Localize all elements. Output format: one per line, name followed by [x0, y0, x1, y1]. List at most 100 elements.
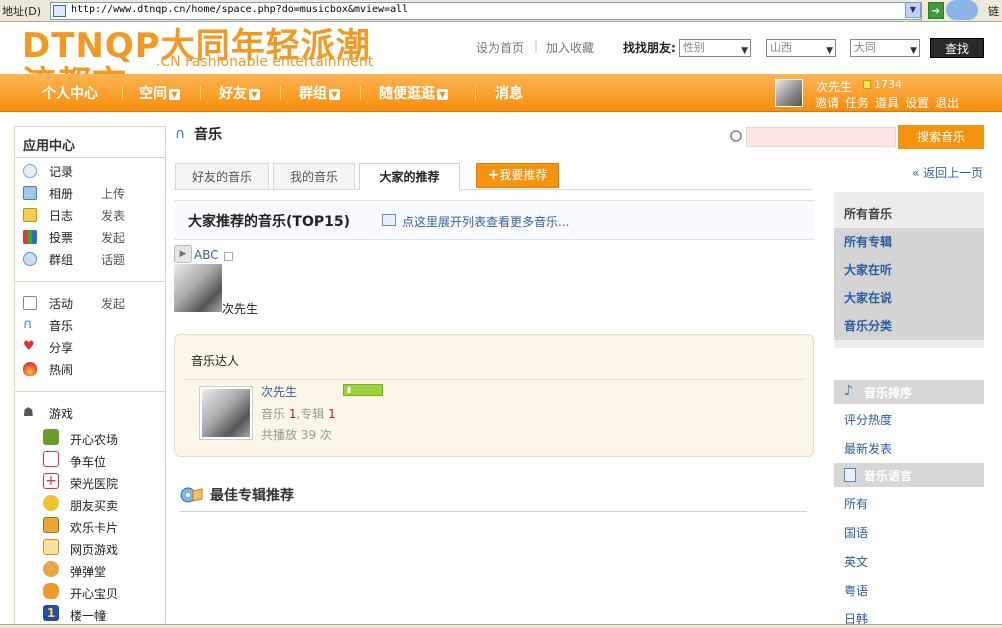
points-count: 1734: [874, 78, 902, 91]
chevron-down-icon: ▼: [910, 46, 917, 56]
tasks-link[interactable]: 任务: [845, 94, 869, 111]
avatar[interactable]: [174, 264, 222, 312]
divider: [185, 379, 803, 380]
tab-everyone-recommend[interactable]: 大家的推荐: [359, 163, 460, 190]
ranking-title: 音乐排序: [864, 386, 913, 400]
divider: [15, 157, 165, 158]
chevron-down-icon[interactable]: ▼: [169, 88, 180, 100]
sidebar-item-label: 日志: [49, 209, 74, 223]
divider: [15, 391, 165, 392]
all-albums-link[interactable]: 所有专辑: [834, 228, 984, 256]
chevron-down-icon[interactable]: ▼: [437, 88, 448, 100]
start-poll-link[interactable]: 发起: [101, 229, 125, 246]
nav-personal-center[interactable]: 个人中心: [42, 83, 98, 103]
music-search-input[interactable]: [746, 127, 896, 147]
talent-username[interactable]: 次先生: [261, 383, 297, 400]
divider: [180, 511, 807, 512]
nav-divider: [280, 86, 281, 100]
recommend-button-label: 我要推荐: [499, 168, 548, 182]
music-talent-box: 音乐达人 次先生 ▮ 音乐 1,专辑 1 共播放 39 次: [174, 334, 814, 457]
site-logo[interactable]: DTNQP大同年轻派潮流都市 .CN Fashionable entertain…: [22, 27, 392, 103]
chevron-down-icon[interactable]: ▼: [329, 88, 340, 100]
url-text[interactable]: http://www.dtnqp.cn/home/space.php?do=mu…: [71, 4, 408, 15]
album-count: 1: [328, 407, 336, 421]
tab-my-music[interactable]: 我的音乐: [273, 163, 355, 189]
set-homepage-link[interactable]: 设为首页: [476, 39, 524, 56]
gender-select[interactable]: 性别 ▼: [679, 39, 751, 57]
items-link[interactable]: 道具: [875, 94, 899, 111]
gender-value: 性别: [683, 41, 705, 54]
nav-username[interactable]: 次先生: [816, 78, 852, 95]
nav-friends[interactable]: 好友 ▼: [219, 83, 260, 103]
logout-link[interactable]: 退出: [935, 94, 959, 111]
nav-messages[interactable]: 消息: [495, 83, 523, 103]
top15-header: 大家推荐的音乐(TOP15) 点这里展开列表查看更多音乐...: [174, 200, 814, 240]
fire-icon: [23, 362, 37, 376]
page-title: 音乐: [194, 127, 222, 143]
coins-icon: [43, 495, 59, 511]
logo-tagline: .CN Fashionable entertainment: [156, 54, 374, 70]
find-button[interactable]: 查找: [930, 38, 984, 58]
back-link[interactable]: « 返回上一页: [912, 164, 983, 181]
city-select[interactable]: 大同 ▼: [850, 39, 920, 57]
level-badge: ▮: [343, 384, 383, 396]
nav-browse-label: 随便逛逛: [379, 86, 435, 102]
top15-title: 大家推荐的音乐(TOP15): [188, 214, 350, 230]
pet-icon: [43, 583, 59, 599]
page-icon: [53, 5, 66, 17]
expand-list-link[interactable]: 点这里展开列表查看更多音乐...: [402, 213, 569, 230]
nav-browse[interactable]: 随便逛逛 ▼: [379, 83, 448, 103]
song-username[interactable]: 次先生: [222, 300, 258, 317]
address-label: 地址(D): [2, 5, 42, 18]
recommend-button[interactable]: +我要推荐: [476, 163, 559, 188]
language-cantonese-link[interactable]: 粤语: [844, 582, 868, 599]
settings-link[interactable]: 设置: [905, 94, 929, 111]
upload-link[interactable]: 上传: [101, 185, 125, 202]
province-select[interactable]: 山西 ▼: [766, 39, 836, 57]
language-mandarin-link[interactable]: 国语: [844, 524, 868, 541]
bar-chart-icon: [23, 230, 37, 244]
go-arrow-icon[interactable]: ➜: [928, 2, 944, 19]
find-friends-label: 找找朋友:: [623, 41, 676, 55]
nav-space-label: 空间: [139, 86, 167, 102]
talent-stats: 音乐 1,专辑 1: [261, 405, 336, 422]
game-label: 网页游戏: [70, 543, 119, 557]
search-music-button[interactable]: 搜索音乐: [898, 125, 984, 149]
red-cross-icon: +: [43, 473, 59, 489]
publish-link[interactable]: 发表: [101, 207, 125, 224]
game-label: 弹弹堂: [70, 565, 107, 579]
calendar-icon: [23, 296, 37, 310]
avatar-frame[interactable]: [199, 386, 253, 440]
sidebar-item-label: 记录: [49, 165, 74, 179]
nav-groups[interactable]: 群组 ▼: [299, 83, 340, 103]
nav-space[interactable]: 空间 ▼: [139, 83, 180, 103]
rating-sort-link[interactable]: 评分热度: [844, 411, 892, 428]
game-label: 欢乐卡片: [70, 521, 119, 535]
all-music-link[interactable]: 所有音乐: [844, 205, 892, 222]
song-link[interactable]: ABC: [194, 248, 219, 262]
play-icon[interactable]: ▶: [174, 245, 192, 263]
chevron-down-icon[interactable]: ▼: [905, 2, 921, 18]
topic-link[interactable]: 话题: [101, 251, 125, 268]
checkbox-icon[interactable]: [224, 252, 233, 261]
document-icon: [844, 468, 856, 482]
music-category-link[interactable]: 音乐分类: [834, 312, 984, 340]
music-note-icon: ♪: [844, 383, 853, 399]
url-field[interactable]: http://www.dtnqp.cn/home/space.php?do=mu…: [50, 2, 922, 20]
tab-friends-music[interactable]: 好友的音乐: [175, 163, 269, 189]
start-event-link[interactable]: 发起: [101, 295, 125, 312]
tabs-divider: [174, 189, 812, 190]
nav-divider: [360, 86, 361, 100]
parking-icon: [43, 451, 59, 467]
latest-sort-link[interactable]: 最新发表: [844, 440, 892, 457]
invite-link[interactable]: 邀请: [815, 94, 839, 111]
talking-link[interactable]: 大家在说: [834, 284, 984, 312]
language-all-link[interactable]: 所有: [844, 495, 868, 512]
sidebar-item-label: 投票: [49, 231, 74, 245]
add-favorite-link[interactable]: 加入收藏: [546, 39, 594, 56]
listening-link[interactable]: 大家在听: [834, 256, 984, 284]
language-header: 音乐语言: [834, 463, 984, 487]
language-english-link[interactable]: 英文: [844, 553, 868, 570]
avatar[interactable]: [775, 79, 803, 107]
chevron-down-icon[interactable]: ▼: [249, 88, 260, 100]
